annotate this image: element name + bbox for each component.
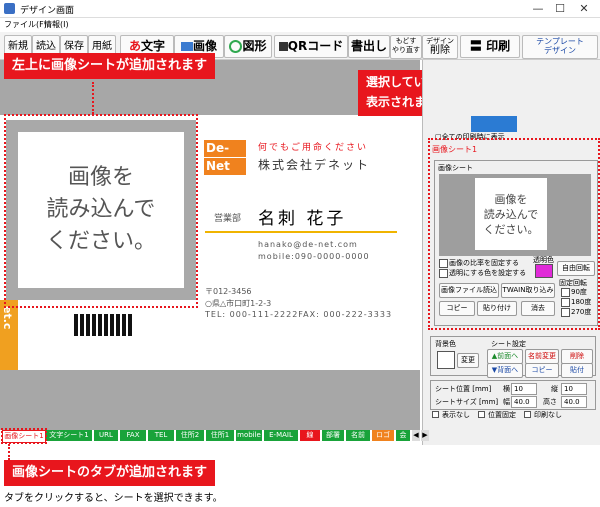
tab-address-1[interactable]: 住所1: [206, 430, 234, 441]
callout-connector: [92, 82, 94, 114]
tab-name[interactable]: 名前: [346, 430, 370, 441]
bottom-connector: [8, 444, 10, 460]
no-print-checkbox[interactable]: [524, 411, 531, 418]
pos-x-input[interactable]: 10: [511, 383, 537, 395]
keep-ratio-checkbox[interactable]: [439, 259, 448, 268]
tab-company[interactable]: 会: [396, 430, 410, 441]
panel-thumbnail: [471, 116, 517, 132]
template-design-button[interactable]: テンプレート デザイン: [522, 35, 598, 59]
card-mobile: mobile:090-0000-0000: [258, 252, 370, 261]
rotate-90-checkbox[interactable]: [561, 288, 570, 297]
settings-highlight: 画像シート1 画像シート 画像を 読み込んで ください。 画像の比率を固定する 透明…: [428, 138, 600, 330]
card-company: 株式会社デネット: [258, 158, 371, 172]
tab-text-sheet-1[interactable]: 文字シート1: [46, 430, 92, 441]
tab-fax[interactable]: FAX: [120, 430, 146, 441]
tab-line[interactable]: 線: [300, 430, 320, 441]
menu-bar: ファイル(F) 情報(I): [0, 18, 600, 32]
qr-icon: [278, 42, 288, 51]
shape-icon: [229, 40, 243, 53]
print-button[interactable]: 〓 印刷: [460, 35, 520, 58]
callout-bottom: 画像シートのタブが追加されます: [4, 460, 216, 486]
tab-logo[interactable]: ロゴ: [372, 430, 394, 441]
tab-tel[interactable]: TEL: [148, 430, 174, 441]
export-button[interactable]: 書出し: [348, 35, 390, 58]
card-department: 営業部: [214, 214, 242, 224]
app-icon: [4, 3, 15, 14]
bg-color-swatch[interactable]: [437, 351, 455, 369]
preview-placeholder-text: 画像を 読み込んで ください。: [475, 178, 547, 250]
transparent-color-swatch[interactable]: [535, 264, 553, 278]
tab-department[interactable]: 部署: [322, 430, 344, 441]
minimize-button[interactable]: —: [530, 2, 546, 15]
image-preview[interactable]: 画像を 読み込んで ください。: [439, 174, 591, 256]
card-name: 名刺 花子: [258, 209, 347, 229]
title-bar: デザイン画面 — ☐ ✕: [0, 0, 600, 18]
width-input[interactable]: 40.0: [511, 396, 537, 408]
company-logo: De- Net: [204, 140, 246, 176]
hide-checkbox[interactable]: [432, 411, 439, 418]
card-tagline: 何でもご用命ください: [258, 143, 369, 153]
card-address: ○県△市口町1-2-3: [205, 299, 272, 308]
image-sheet-groupbox: 画像シート 画像を 読み込んで ください。 画像の比率を固定する 透明にする色を設定…: [434, 160, 598, 326]
copy-button[interactable]: コピー: [439, 301, 475, 316]
menu-info[interactable]: 情報(I): [44, 19, 69, 30]
sheet-settings-group: 背景色 変更 シート設定 ▲前面へ 名前変更 削除 ▼背面へ コピー 貼付: [430, 336, 596, 378]
menu-file[interactable]: ファイル(F): [4, 19, 47, 30]
tab-address-2[interactable]: 住所2: [176, 430, 204, 441]
load-image-button[interactable]: 画像ファイル読込: [439, 283, 499, 298]
tab-scroll-right-icon[interactable]: ▶: [421, 430, 429, 441]
bottom-caption: タブをクリックすると、シートを選択できます。: [4, 493, 223, 504]
sheet-group-title: 画像シート1: [432, 145, 478, 154]
card-tel-fax: TEL: 000-111-2222FAX: 000-222-3333: [205, 310, 393, 319]
transparent-checkbox[interactable]: [439, 269, 448, 278]
rotate-270-checkbox[interactable]: [561, 308, 570, 317]
sheet-tab-bar: 画像シート1 文字シート1 URL FAX TEL 住所2 住所1 mobile…: [0, 430, 430, 443]
bg-change-button[interactable]: 変更: [457, 353, 479, 368]
twain-button[interactable]: TWAIN取り込み: [501, 283, 555, 298]
undo-redo-button[interactable]: もどす やり直す: [390, 35, 422, 59]
window-title: デザイン画面: [20, 6, 75, 16]
maximize-button[interactable]: ☐: [552, 2, 568, 15]
card-postal: 〒012-3456: [205, 287, 252, 296]
print-icon: 〓: [469, 39, 482, 53]
sheet-geometry-group: シート位置 [mm] 横 10 縦 10 シートサイズ [mm] 幅 40.0 …: [430, 380, 596, 410]
rotate-180-checkbox[interactable]: [561, 298, 570, 307]
tab-scroll-left-icon[interactable]: ◀: [412, 430, 420, 441]
tab-mobile[interactable]: mobile: [236, 430, 262, 441]
image-icon: [180, 42, 193, 51]
erase-button[interactable]: 消去: [521, 301, 555, 316]
height-input[interactable]: 40.0: [561, 396, 587, 408]
paste-button[interactable]: 貼り付け: [477, 301, 517, 316]
qr-code-image: [74, 314, 134, 336]
paste-sheet-button[interactable]: 貼付: [561, 363, 593, 378]
send-back-button[interactable]: ▼背面へ: [487, 363, 523, 378]
free-rotate-button[interactable]: 自由回転: [557, 261, 595, 276]
add-shape-button[interactable]: 図形: [224, 35, 272, 58]
bring-front-button[interactable]: ▲前面へ: [487, 349, 523, 364]
rename-button[interactable]: 名前変更: [525, 349, 559, 364]
text-icon: あ: [128, 39, 141, 53]
name-underline: [205, 231, 397, 233]
lock-pos-checkbox[interactable]: [478, 411, 485, 418]
close-button[interactable]: ✕: [576, 2, 592, 15]
copy-sheet-button[interactable]: コピー: [525, 363, 559, 378]
side-strip: et.c: [0, 300, 18, 370]
add-qr-button[interactable]: QRコード: [274, 35, 348, 58]
tab-email[interactable]: E-MAIL: [264, 430, 298, 441]
callout-top-left: 左上に画像シートが追加されます: [4, 53, 216, 79]
card-email: hanako@de-net.com: [258, 240, 358, 249]
image-sheet-highlight: [4, 114, 198, 308]
tab-highlight: [1, 428, 47, 444]
tab-url[interactable]: URL: [94, 430, 118, 441]
pos-y-input[interactable]: 10: [561, 383, 587, 395]
delete-design-button[interactable]: デザイン 削除: [422, 35, 458, 59]
remove-sheet-button[interactable]: 削除: [561, 349, 593, 364]
